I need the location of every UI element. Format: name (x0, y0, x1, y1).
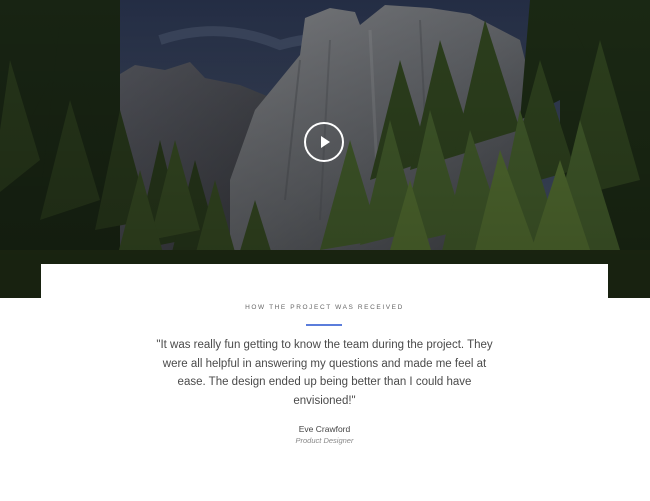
page: HOW THE PROJECT WAS RECEIVED "It was rea… (0, 0, 650, 501)
section-eyebrow: HOW THE PROJECT WAS RECEIVED (245, 304, 404, 311)
testimonial-card: HOW THE PROJECT WAS RECEIVED "It was rea… (41, 264, 608, 501)
hero-video-thumbnail[interactable] (0, 0, 650, 298)
testimonial-quote: "It was really fun getting to know the t… (156, 339, 493, 407)
play-icon (321, 136, 330, 148)
author-role: Product Designer (295, 436, 354, 445)
author-name: Eve Crawford (298, 424, 351, 434)
accent-divider (306, 324, 342, 326)
play-button[interactable] (304, 122, 344, 162)
